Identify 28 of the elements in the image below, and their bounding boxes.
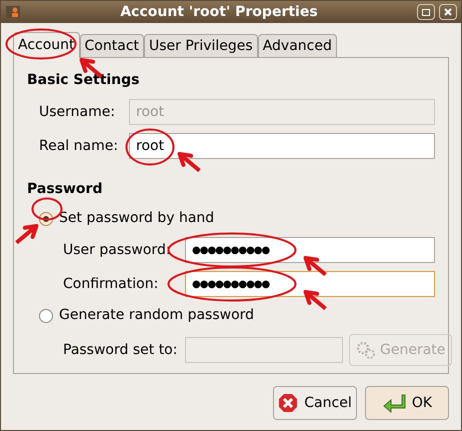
annotation-ellipse [5,28,77,60]
tab[interactable]: User Privileges [144,34,258,57]
return-arrow-icon [382,393,406,413]
radio-label[interactable]: Set password by hand [59,208,214,229]
field-label: Confirmation: [63,274,160,294]
annotation-ellipse [125,128,175,166]
text-field[interactable]: ●●●●●●●●●● [185,271,435,297]
cancel-button[interactable]: Cancel [273,386,357,420]
section-heading: Password [27,180,104,199]
close-button[interactable] [439,4,457,20]
tab[interactable]: Contact [80,34,144,57]
user-icon [5,4,21,20]
tab[interactable]: Account [13,32,80,58]
maximize-button[interactable] [417,4,435,20]
radio-label[interactable]: Generate random password [59,305,254,326]
ok-button[interactable]: OK [365,386,449,420]
field-label: Real name: [39,136,120,156]
window-title: Account 'root' Properties [119,2,319,22]
text-field[interactable]: root [129,133,435,159]
radio-button[interactable] [39,308,53,322]
field-label: Username: [39,102,116,122]
close-icon [444,8,452,16]
field-label: Password set to: [63,340,178,360]
tab[interactable]: Advanced [258,34,337,57]
gears-icon [356,341,376,359]
text-field[interactable]: ●●●●●●●●●● [185,237,435,263]
section-heading: Basic Settings [27,71,141,90]
cancel-icon [278,393,298,413]
